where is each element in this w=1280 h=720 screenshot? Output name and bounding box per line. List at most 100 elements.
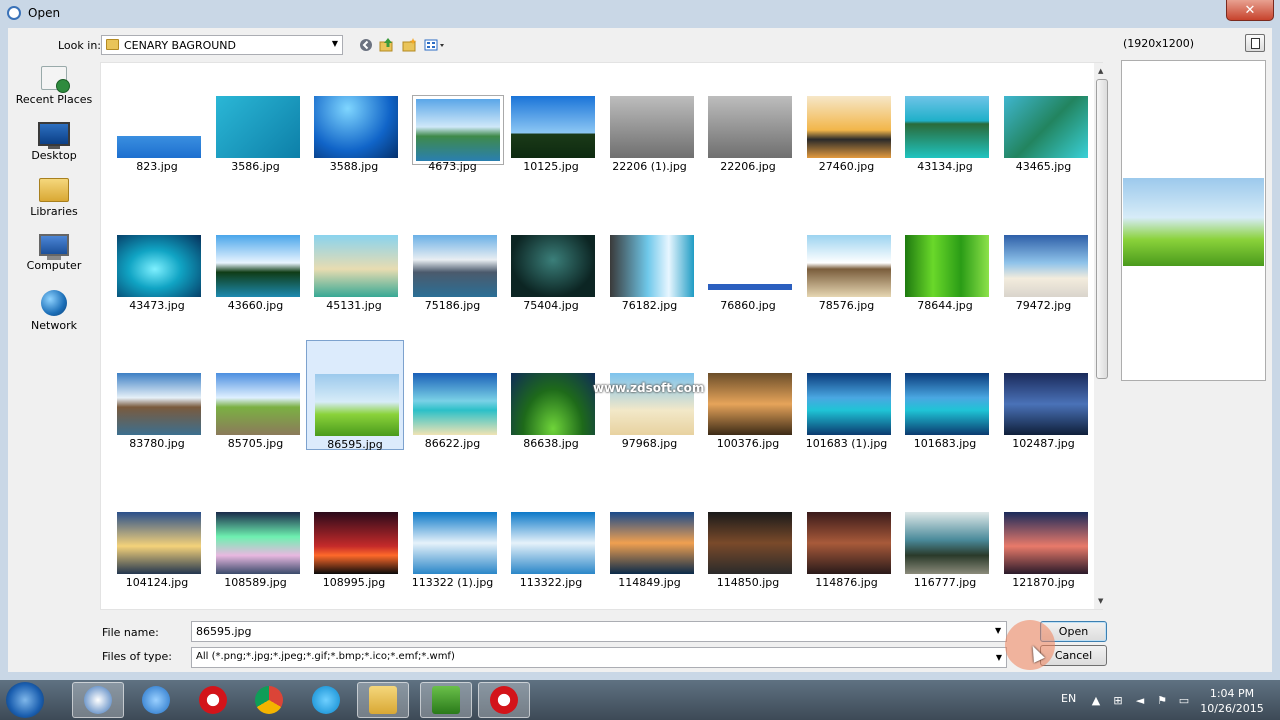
title-bar[interactable]: Open ✕ (0, 0, 1280, 28)
new-folder-icon[interactable] (402, 37, 418, 53)
file-item[interactable]: 113322.jpg (503, 479, 601, 589)
file-name-label: 43134.jpg (917, 160, 973, 173)
taskbar-app[interactable] (243, 682, 295, 718)
chevron-down-icon: ▼ (331, 39, 338, 48)
file-name-label: 86638.jpg (523, 437, 579, 450)
place-label: Desktop (31, 149, 77, 162)
file-item[interactable]: 114876.jpg (799, 479, 897, 589)
windows-icon[interactable]: ⊞ (1111, 693, 1125, 707)
look-in-dropdown[interactable]: CENARY BAGROUND ▼ (101, 35, 343, 55)
file-item[interactable]: 4673.jpg (405, 63, 503, 173)
file-item[interactable]: 76182.jpg (602, 202, 700, 312)
file-item[interactable]: 104124.jpg (109, 479, 207, 589)
file-thumbnail (806, 511, 891, 574)
file-item[interactable]: 27460.jpg (799, 63, 897, 173)
file-item[interactable]: 43473.jpg (109, 202, 207, 312)
file-item[interactable]: 823.jpg (109, 63, 207, 173)
tray-overflow-icon[interactable]: ▲ (1089, 693, 1103, 707)
file-item[interactable]: 43134.jpg (897, 63, 995, 173)
back-icon[interactable] (358, 37, 374, 53)
file-thumbnail (609, 96, 694, 158)
taskbar-app-active[interactable] (478, 682, 530, 718)
file-item[interactable]: 85705.jpg (208, 340, 306, 450)
taskbar-app[interactable] (187, 682, 239, 718)
file-item[interactable]: 100376.jpg (700, 340, 798, 450)
taskbar-app[interactable] (300, 682, 352, 718)
app-icon (7, 6, 21, 20)
file-item[interactable]: 45131.jpg (306, 202, 404, 312)
view-menu-icon[interactable] (424, 37, 448, 53)
scrollbar-thumb[interactable] (1096, 79, 1108, 379)
file-item[interactable]: 114850.jpg (700, 479, 798, 589)
file-item[interactable]: 101683 (1).jpg (799, 340, 897, 450)
network-tray-icon[interactable]: ▭ (1177, 693, 1191, 707)
file-item[interactable]: 114849.jpg (602, 479, 700, 589)
file-item[interactable]: 22206 (1).jpg (602, 63, 700, 173)
file-thumbnail (215, 373, 300, 435)
file-thumbnail (905, 234, 989, 297)
taskbar-app-active[interactable] (72, 682, 124, 718)
vertical-scrollbar[interactable]: ▲ ▼ (1094, 63, 1111, 609)
place-network[interactable]: Network (10, 290, 98, 346)
file-item[interactable]: 3586.jpg (208, 63, 306, 173)
file-item[interactable]: 86622.jpg (405, 340, 503, 450)
file-item[interactable]: 78576.jpg (799, 202, 897, 312)
file-item[interactable]: 22206.jpg (700, 63, 798, 173)
place-libraries[interactable]: Libraries (10, 178, 98, 234)
scroll-down-icon[interactable]: ▼ (1098, 597, 1103, 605)
file-item[interactable]: 116777.jpg (897, 479, 995, 589)
file-list[interactable]: 823.jpg 3586.jpg 3588.jpg 4673.jpg 10125.jpg… (100, 62, 1103, 610)
file-name-label: 45131.jpg (326, 298, 382, 312)
close-button[interactable]: ✕ (1226, 0, 1274, 21)
file-name-label: 43473.jpg (129, 298, 185, 312)
file-type-dropdown[interactable]: All (*.png;*.jpg;*.jpeg;*.gif;*.bmp;*.ic… (191, 647, 1007, 668)
file-item[interactable]: 78644.jpg (897, 202, 995, 312)
file-thumbnail (511, 373, 595, 435)
file-item[interactable]: 75404.jpg (503, 202, 601, 312)
taskbar-app[interactable] (130, 682, 182, 718)
file-item[interactable]: 108995.jpg (306, 479, 404, 589)
file-name-input[interactable] (191, 621, 1007, 642)
taskbar-app-active[interactable] (357, 682, 409, 718)
file-name-label: 78576.jpg (818, 298, 875, 312)
volume-icon[interactable]: ◄ (1133, 693, 1147, 707)
place-recent-places[interactable]: Recent Places (10, 66, 98, 122)
look-in-value: CENARY BAGROUND (124, 39, 236, 52)
file-item[interactable]: 43660.jpg (208, 202, 306, 312)
flag-icon[interactable]: ⚑ (1155, 693, 1169, 707)
file-name-label: 3586.jpg (231, 160, 280, 173)
language-indicator[interactable]: EN (1061, 692, 1076, 705)
file-item[interactable]: 108589.jpg (208, 479, 306, 589)
close-icon: ✕ (1244, 2, 1256, 18)
file-item[interactable]: 83780.jpg (109, 340, 207, 450)
file-item[interactable]: 76860.jpg (700, 202, 798, 312)
file-item[interactable]: 3588.jpg (306, 63, 404, 173)
file-item[interactable]: 86595.jpg (306, 340, 404, 451)
up-folder-icon[interactable] (379, 37, 395, 53)
file-name-label: 114876.jpg (815, 575, 878, 589)
file-explorer-icon (369, 686, 397, 714)
place-desktop[interactable]: Desktop (10, 122, 98, 178)
file-name-label: 10125.jpg (523, 160, 579, 173)
file-item[interactable]: 121870.jpg (996, 479, 1094, 589)
file-item[interactable]: 97968.jpg (602, 340, 700, 450)
start-button[interactable] (6, 682, 44, 718)
file-thumbnail (511, 96, 595, 158)
file-item[interactable]: 101683.jpg (897, 340, 995, 450)
file-item[interactable]: 10125.jpg (503, 63, 601, 173)
file-item[interactable]: 79472.jpg (996, 202, 1094, 312)
clock[interactable]: 1:04 PM 10/26/2015 (1200, 686, 1264, 716)
file-item[interactable]: 75186.jpg (405, 202, 503, 312)
chevron-down-icon[interactable]: ▼ (995, 626, 1001, 635)
preview-toggle-button[interactable] (1245, 34, 1265, 52)
scroll-up-icon[interactable]: ▲ (1098, 67, 1103, 75)
file-thumbnail (905, 373, 989, 435)
place-computer[interactable]: Computer (10, 234, 98, 290)
file-item[interactable]: 43465.jpg (996, 63, 1094, 173)
internet-explorer-icon (142, 686, 170, 714)
file-item[interactable]: 113322 (1).jpg (405, 479, 503, 589)
taskbar-app-active[interactable] (420, 682, 472, 718)
file-item[interactable]: 102487.jpg (996, 340, 1094, 450)
file-item[interactable]: 86638.jpg (503, 340, 601, 450)
file-name-label: 75186.jpg (424, 298, 481, 312)
